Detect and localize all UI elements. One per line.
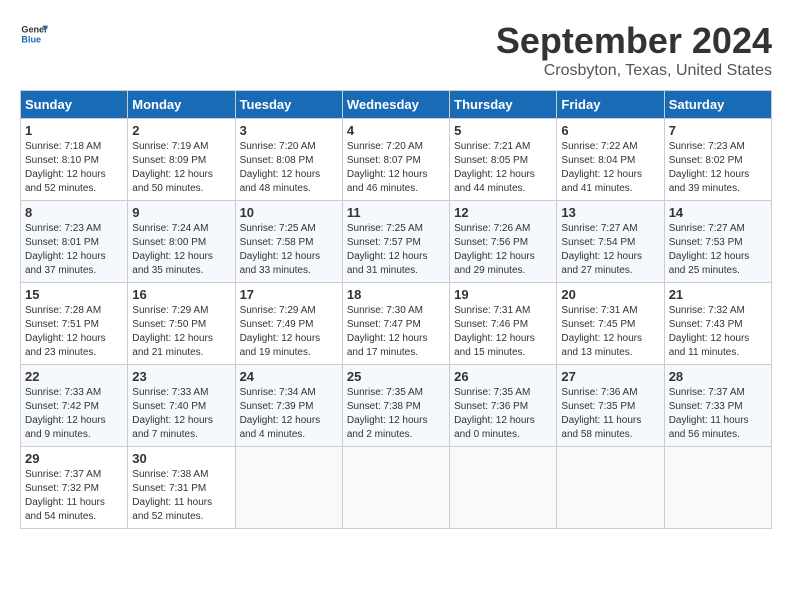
calendar-day <box>342 447 449 529</box>
calendar-day: 15Sunrise: 7:28 AMSunset: 7:51 PMDayligh… <box>21 283 128 365</box>
week-row: 15Sunrise: 7:28 AMSunset: 7:51 PMDayligh… <box>21 283 772 365</box>
calendar-subtitle: Crosbyton, Texas, United States <box>496 62 772 80</box>
calendar-title: September 2024 <box>496 20 772 62</box>
calendar-day: 23Sunrise: 7:33 AMSunset: 7:40 PMDayligh… <box>128 365 235 447</box>
calendar-day: 28Sunrise: 7:37 AMSunset: 7:33 PMDayligh… <box>664 365 771 447</box>
calendar-day: 2Sunrise: 7:19 AMSunset: 8:09 PMDaylight… <box>128 119 235 201</box>
week-row: 22Sunrise: 7:33 AMSunset: 7:42 PMDayligh… <box>21 365 772 447</box>
calendar-day: 4Sunrise: 7:20 AMSunset: 8:07 PMDaylight… <box>342 119 449 201</box>
calendar-day: 13Sunrise: 7:27 AMSunset: 7:54 PMDayligh… <box>557 201 664 283</box>
calendar-day <box>235 447 342 529</box>
calendar-day: 5Sunrise: 7:21 AMSunset: 8:05 PMDaylight… <box>450 119 557 201</box>
calendar-day: 27Sunrise: 7:36 AMSunset: 7:35 PMDayligh… <box>557 365 664 447</box>
calendar-day: 18Sunrise: 7:30 AMSunset: 7:47 PMDayligh… <box>342 283 449 365</box>
logo-icon: General Blue <box>20 20 48 48</box>
page-header: General Blue September 2024 Crosbyton, T… <box>20 20 772 80</box>
calendar-day: 14Sunrise: 7:27 AMSunset: 7:53 PMDayligh… <box>664 201 771 283</box>
calendar-day: 1Sunrise: 7:18 AMSunset: 8:10 PMDaylight… <box>21 119 128 201</box>
calendar-day: 9Sunrise: 7:24 AMSunset: 8:00 PMDaylight… <box>128 201 235 283</box>
calendar-day <box>557 447 664 529</box>
calendar-day: 7Sunrise: 7:23 AMSunset: 8:02 PMDaylight… <box>664 119 771 201</box>
calendar-day: 8Sunrise: 7:23 AMSunset: 8:01 PMDaylight… <box>21 201 128 283</box>
calendar-day: 16Sunrise: 7:29 AMSunset: 7:50 PMDayligh… <box>128 283 235 365</box>
calendar-day <box>664 447 771 529</box>
calendar-day: 12Sunrise: 7:26 AMSunset: 7:56 PMDayligh… <box>450 201 557 283</box>
calendar-day: 24Sunrise: 7:34 AMSunset: 7:39 PMDayligh… <box>235 365 342 447</box>
header-row: Sunday Monday Tuesday Wednesday Thursday… <box>21 91 772 119</box>
calendar-table: Sunday Monday Tuesday Wednesday Thursday… <box>20 90 772 529</box>
week-row: 29Sunrise: 7:37 AMSunset: 7:32 PMDayligh… <box>21 447 772 529</box>
calendar-day: 3Sunrise: 7:20 AMSunset: 8:08 PMDaylight… <box>235 119 342 201</box>
week-row: 1Sunrise: 7:18 AMSunset: 8:10 PMDaylight… <box>21 119 772 201</box>
col-monday: Monday <box>128 91 235 119</box>
calendar-day: 11Sunrise: 7:25 AMSunset: 7:57 PMDayligh… <box>342 201 449 283</box>
week-row: 8Sunrise: 7:23 AMSunset: 8:01 PMDaylight… <box>21 201 772 283</box>
calendar-day: 6Sunrise: 7:22 AMSunset: 8:04 PMDaylight… <box>557 119 664 201</box>
calendar-day: 10Sunrise: 7:25 AMSunset: 7:58 PMDayligh… <box>235 201 342 283</box>
calendar-day: 30Sunrise: 7:38 AMSunset: 7:31 PMDayligh… <box>128 447 235 529</box>
calendar-day: 26Sunrise: 7:35 AMSunset: 7:36 PMDayligh… <box>450 365 557 447</box>
col-tuesday: Tuesday <box>235 91 342 119</box>
col-thursday: Thursday <box>450 91 557 119</box>
calendar-day: 20Sunrise: 7:31 AMSunset: 7:45 PMDayligh… <box>557 283 664 365</box>
col-friday: Friday <box>557 91 664 119</box>
calendar-day: 17Sunrise: 7:29 AMSunset: 7:49 PMDayligh… <box>235 283 342 365</box>
calendar-day: 21Sunrise: 7:32 AMSunset: 7:43 PMDayligh… <box>664 283 771 365</box>
col-saturday: Saturday <box>664 91 771 119</box>
col-sunday: Sunday <box>21 91 128 119</box>
col-wednesday: Wednesday <box>342 91 449 119</box>
calendar-day: 19Sunrise: 7:31 AMSunset: 7:46 PMDayligh… <box>450 283 557 365</box>
calendar-day: 25Sunrise: 7:35 AMSunset: 7:38 PMDayligh… <box>342 365 449 447</box>
calendar-day: 29Sunrise: 7:37 AMSunset: 7:32 PMDayligh… <box>21 447 128 529</box>
logo: General Blue <box>20 20 48 48</box>
calendar-day <box>450 447 557 529</box>
calendar-day: 22Sunrise: 7:33 AMSunset: 7:42 PMDayligh… <box>21 365 128 447</box>
title-section: September 2024 Crosbyton, Texas, United … <box>496 20 772 80</box>
svg-text:Blue: Blue <box>21 34 41 44</box>
